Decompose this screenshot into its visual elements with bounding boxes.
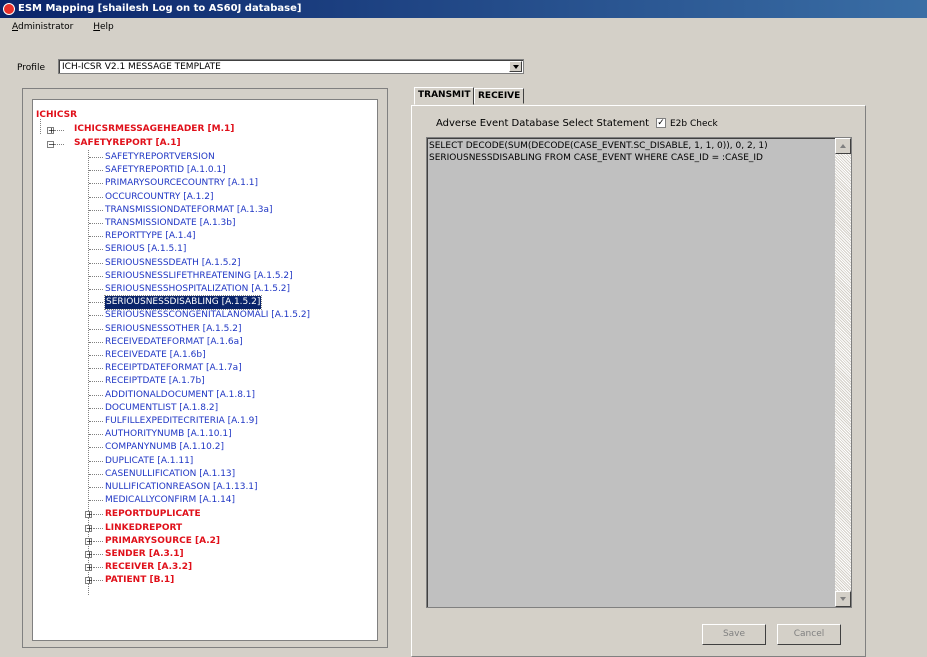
tree-leaf[interactable]: MEDICALLYCONFIRM [A.1.14] <box>105 494 235 507</box>
tree-leaf[interactable]: DOCUMENTLIST [A.1.8.2] <box>105 402 218 415</box>
menu-help[interactable]: Help <box>89 19 118 36</box>
window-title: ESM Mapping [shailesh Log on to AS60J da… <box>18 3 302 14</box>
e2b-check-label: E2b Check <box>670 119 718 129</box>
tree-leaf[interactable]: ADDITIONALDOCUMENT [A.1.8.1] <box>105 389 255 402</box>
title-bar: ESM Mapping [shailesh Log on to AS60J da… <box>0 0 927 18</box>
app-icon <box>3 3 15 15</box>
mapping-tree[interactable]: ICHICSR + ICHICSRMESSAGEHEADER [M.1] − S… <box>32 99 378 641</box>
chevron-down-icon[interactable] <box>509 61 522 72</box>
expand-icon[interactable]: + <box>85 564 93 572</box>
tree-group-node[interactable]: REPORTDUPLICATE <box>105 508 201 521</box>
tree-leaf[interactable]: SERIOUSNESSDEATH [A.1.5.2] <box>105 257 241 270</box>
e2b-checkbox[interactable]: ✓ <box>656 118 666 128</box>
tree-leaf[interactable]: RECEIPTDATEFORMAT [A.1.7a] <box>105 362 242 375</box>
tree-leaf[interactable]: TRANSMISSIONDATE [A.1.3b] <box>105 217 236 230</box>
sql-textarea[interactable]: SELECT DECODE(SUM(DECODE(CASE_EVENT.SC_D… <box>426 137 852 608</box>
scroll-up-icon[interactable] <box>835 138 851 154</box>
expand-icon[interactable]: + <box>85 577 93 585</box>
expand-icon[interactable]: + <box>85 537 93 545</box>
tree-leaf[interactable]: CASENULLIFICATION [A.1.13] <box>105 468 235 481</box>
sql-text[interactable]: SELECT DECODE(SUM(DECODE(CASE_EVENT.SC_D… <box>429 140 834 164</box>
vertical-scrollbar[interactable] <box>835 138 851 607</box>
tree-leaf[interactable]: SAFETYREPORTVERSION <box>105 151 215 164</box>
profile-label: Profile <box>17 63 45 73</box>
profile-value: ICH-ICSR V2.1 MESSAGE TEMPLATE <box>62 62 221 72</box>
tree-leaf[interactable]: OCCURCOUNTRY [A.1.2] <box>105 191 213 204</box>
tree-leaf[interactable]: COMPANYNUMB [A.1.10.2] <box>105 441 224 454</box>
tree-leaf[interactable]: SERIOUSNESSCONGENITALANOMALI [A.1.5.2] <box>105 309 310 322</box>
tree-node-messageheader[interactable]: ICHICSRMESSAGEHEADER [M.1] <box>74 123 234 136</box>
profile-dropdown[interactable]: ICH-ICSR V2.1 MESSAGE TEMPLATE <box>58 59 524 74</box>
tree-leaf[interactable]: SERIOUSNESSHOSPITALIZATION [A.1.5.2] <box>105 283 290 296</box>
tree-leaf[interactable]: RECEIPTDATE [A.1.7b] <box>105 375 205 388</box>
tree-leaf[interactable]: SAFETYREPORTID [A.1.0.1] <box>105 164 226 177</box>
expand-icon[interactable]: + <box>85 524 93 532</box>
tab-receive[interactable]: RECEIVE <box>474 88 524 104</box>
menu-bar: Administrator Help <box>0 19 927 36</box>
tree-leaf[interactable]: AUTHORITYNUMB [A.1.10.1] <box>105 428 232 441</box>
tree-leaf[interactable]: RECEIVEDATE [A.1.6b] <box>105 349 206 362</box>
tree-leaf[interactable]: RECEIVEDATEFORMAT [A.1.6a] <box>105 336 243 349</box>
tree-leaf[interactable]: TRANSMISSIONDATEFORMAT [A.1.3a] <box>105 204 273 217</box>
expand-icon[interactable]: + <box>47 127 55 135</box>
tree-leaf[interactable]: PRIMARYSOURCECOUNTRY [A.1.1] <box>105 177 258 190</box>
tree-leaf[interactable]: NULLIFICATIONREASON [A.1.13.1] <box>105 481 258 494</box>
tree-leaf[interactable]: SERIOUS [A.1.5.1] <box>105 243 186 256</box>
tree-group-node[interactable]: LINKEDREPORT <box>105 522 182 535</box>
tree-node-safetyreport[interactable]: SAFETYREPORT [A.1] <box>74 137 181 150</box>
statement-label: Adverse Event Database Select Statement <box>436 118 650 129</box>
tree-leaf[interactable]: REPORTTYPE [A.1.4] <box>105 230 196 243</box>
tree-leaf[interactable]: SERIOUSNESSLIFETHREATENING [A.1.5.2] <box>105 270 293 283</box>
menu-administrator[interactable]: Administrator <box>8 19 77 36</box>
scroll-down-icon[interactable] <box>835 591 851 607</box>
tree-leaf[interactable]: FULFILLEXPEDITECRITERIA [A.1.9] <box>105 415 258 428</box>
collapse-icon[interactable]: − <box>47 141 55 149</box>
save-button[interactable]: Save <box>702 624 766 645</box>
cancel-button[interactable]: Cancel <box>777 624 841 645</box>
tree-group-node[interactable]: SENDER [A.3.1] <box>105 548 184 561</box>
tree-leaf[interactable]: DUPLICATE [A.1.11] <box>105 455 193 468</box>
expand-icon[interactable]: + <box>85 511 93 519</box>
expand-icon[interactable]: + <box>85 551 93 559</box>
tree-group-node[interactable]: RECEIVER [A.3.2] <box>105 561 192 574</box>
tree-leaf[interactable]: SERIOUSNESSDISABLING [A.1.5.2] <box>103 295 263 311</box>
tree-leaf[interactable]: SERIOUSNESSOTHER [A.1.5.2] <box>105 323 241 336</box>
tree-root[interactable]: ICHICSR <box>36 109 77 122</box>
tab-transmit[interactable]: TRANSMIT <box>414 87 474 105</box>
tree-group-node[interactable]: PRIMARYSOURCE [A.2] <box>105 535 220 548</box>
tree-group-node[interactable]: PATIENT [B.1] <box>105 574 174 587</box>
